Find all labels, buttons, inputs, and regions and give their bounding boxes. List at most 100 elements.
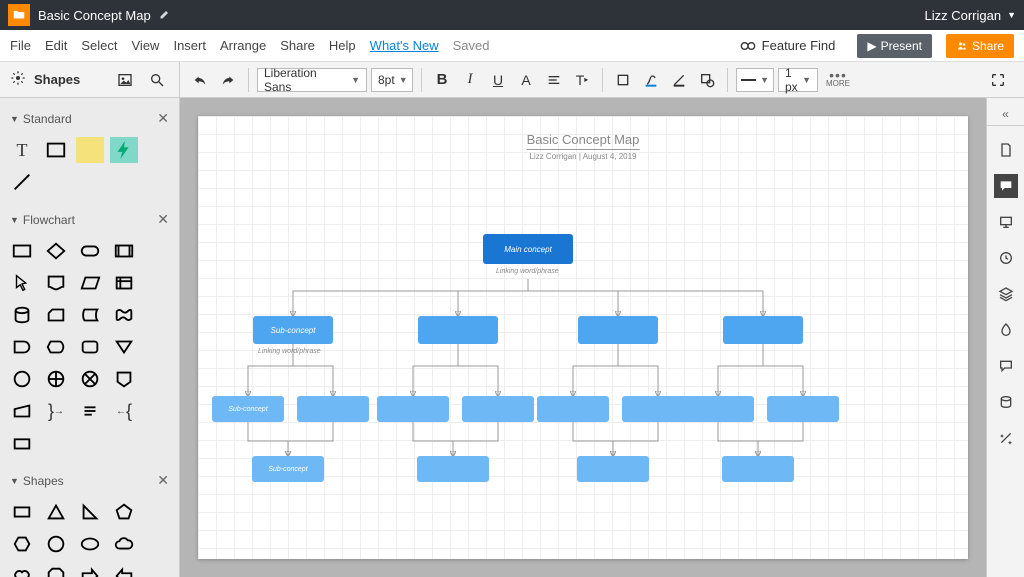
panel-magic-icon[interactable] bbox=[994, 426, 1018, 450]
node-bottom-2[interactable] bbox=[417, 456, 489, 482]
underline-button[interactable]: U bbox=[486, 68, 510, 92]
flowchart-note[interactable] bbox=[76, 398, 104, 424]
node-sub-4[interactable] bbox=[723, 316, 803, 344]
line-width-select[interactable]: 1 px ▼ bbox=[778, 68, 818, 92]
italic-button[interactable]: I bbox=[458, 68, 482, 92]
shape-arrow[interactable] bbox=[8, 169, 36, 195]
flowchart-delay[interactable] bbox=[8, 334, 36, 360]
basic-hexagon[interactable] bbox=[8, 531, 36, 557]
menu-view[interactable]: View bbox=[132, 38, 160, 53]
flowchart-tape[interactable] bbox=[110, 302, 138, 328]
flowchart-data[interactable] bbox=[76, 270, 104, 296]
basic-arrow-left[interactable] bbox=[110, 563, 138, 577]
menu-select[interactable]: Select bbox=[81, 38, 117, 53]
text-options-button[interactable]: T▸ bbox=[570, 68, 594, 92]
canvas-title-block[interactable]: Basic Concept Map Lizz Corrigan | August… bbox=[527, 132, 640, 161]
align-button[interactable] bbox=[542, 68, 566, 92]
node-bottom-1[interactable]: Sub-concept bbox=[252, 456, 324, 482]
basic-circle[interactable] bbox=[42, 531, 70, 557]
flowchart-database[interactable] bbox=[8, 302, 36, 328]
share-button[interactable]: Share bbox=[946, 34, 1014, 58]
node-leaf-2[interactable] bbox=[297, 396, 369, 422]
node-main-concept[interactable]: Main concept bbox=[483, 234, 573, 264]
flowchart-pointer[interactable] bbox=[8, 270, 36, 296]
flowchart-rounded[interactable] bbox=[76, 334, 104, 360]
flowchart-display[interactable] bbox=[42, 334, 70, 360]
panel-comment-icon[interactable] bbox=[994, 174, 1018, 198]
folder-icon[interactable] bbox=[8, 4, 30, 26]
shape-text[interactable]: T bbox=[8, 137, 36, 163]
flowchart-summing[interactable] bbox=[42, 366, 70, 392]
present-button[interactable]: ▶ Present bbox=[857, 34, 932, 58]
basic-triangle[interactable] bbox=[42, 499, 70, 525]
panel-history-icon[interactable] bbox=[994, 246, 1018, 270]
line-style-select[interactable]: ▼ bbox=[736, 68, 774, 92]
node-leaf-7[interactable] bbox=[682, 396, 754, 422]
node-sub-1[interactable]: Sub-concept bbox=[253, 316, 333, 344]
panel-presentation-icon[interactable] bbox=[994, 210, 1018, 234]
document-title[interactable]: Basic Concept Map bbox=[38, 8, 151, 23]
flowchart-brace-left[interactable]: ←{ bbox=[110, 398, 138, 424]
redo-button[interactable] bbox=[216, 68, 240, 92]
text-color-button[interactable]: A bbox=[514, 68, 538, 92]
fill-color-button[interactable] bbox=[611, 68, 635, 92]
flowchart-internal-storage[interactable] bbox=[110, 270, 138, 296]
node-bottom-4[interactable] bbox=[722, 456, 794, 482]
search-shapes-icon[interactable] bbox=[145, 68, 169, 92]
edit-title-icon[interactable] bbox=[159, 8, 171, 23]
node-leaf-1[interactable]: Sub-concept bbox=[212, 396, 284, 422]
flowchart-decision[interactable] bbox=[42, 238, 70, 264]
flowchart-connector[interactable] bbox=[8, 366, 36, 392]
menu-arrange[interactable]: Arrange bbox=[220, 38, 266, 53]
node-leaf-8[interactable] bbox=[767, 396, 839, 422]
canvas-area[interactable]: Basic Concept Map Lizz Corrigan | August… bbox=[180, 98, 986, 577]
menu-whats-new[interactable]: What's New bbox=[370, 38, 439, 53]
node-leaf-5[interactable] bbox=[537, 396, 609, 422]
font-size-select[interactable]: 8pt ▼ bbox=[371, 68, 413, 92]
basic-cloud[interactable] bbox=[110, 531, 138, 557]
user-menu[interactable]: Lizz Corrigan ▼ bbox=[924, 8, 1016, 23]
basic-right-triangle[interactable] bbox=[76, 499, 104, 525]
line-color-button[interactable] bbox=[667, 68, 691, 92]
group-header-flowchart[interactable]: ▼ Flowchart ✕ bbox=[0, 205, 179, 234]
panel-layers-icon[interactable] bbox=[994, 282, 1018, 306]
flowchart-card[interactable] bbox=[42, 302, 70, 328]
node-sub-2[interactable] bbox=[418, 316, 498, 344]
close-group-icon[interactable]: ✕ bbox=[157, 211, 169, 228]
menu-share[interactable]: Share bbox=[280, 38, 315, 53]
menu-help[interactable]: Help bbox=[329, 38, 356, 53]
flowchart-predefined[interactable] bbox=[110, 238, 138, 264]
flowchart-offpage[interactable] bbox=[110, 366, 138, 392]
bold-button[interactable]: B bbox=[430, 68, 454, 92]
border-color-button[interactable] bbox=[639, 68, 663, 92]
basic-pentagon[interactable] bbox=[110, 499, 138, 525]
flowchart-terminator[interactable] bbox=[76, 238, 104, 264]
node-sub-3[interactable] bbox=[578, 316, 658, 344]
panel-paint-icon[interactable] bbox=[994, 318, 1018, 342]
flowchart-or[interactable] bbox=[76, 366, 104, 392]
panel-data-icon[interactable] bbox=[994, 390, 1018, 414]
close-group-icon[interactable]: ✕ bbox=[157, 110, 169, 127]
flowchart-container[interactable] bbox=[8, 430, 36, 456]
menu-edit[interactable]: Edit bbox=[45, 38, 67, 53]
flowchart-brace-right[interactable]: }→ bbox=[42, 398, 70, 424]
feature-find-button[interactable]: Feature Find bbox=[740, 38, 836, 53]
shape-options-button[interactable] bbox=[695, 68, 719, 92]
menu-insert[interactable]: Insert bbox=[173, 38, 206, 53]
panel-chat-icon[interactable] bbox=[994, 354, 1018, 378]
flowchart-stored-data[interactable] bbox=[76, 302, 104, 328]
menu-file[interactable]: File bbox=[10, 38, 31, 53]
shape-flash[interactable] bbox=[110, 137, 138, 163]
node-leaf-4[interactable] bbox=[462, 396, 534, 422]
flowchart-document[interactable] bbox=[42, 270, 70, 296]
basic-octagon[interactable] bbox=[42, 563, 70, 577]
image-icon[interactable] bbox=[113, 68, 137, 92]
group-header-standard[interactable]: ▼ Standard ✕ bbox=[0, 104, 179, 133]
shape-sticky-note[interactable] bbox=[76, 137, 104, 163]
font-family-select[interactable]: Liberation Sans ▼ bbox=[257, 68, 367, 92]
collapse-right-panel[interactable]: « bbox=[987, 102, 1024, 126]
panel-document-icon[interactable] bbox=[994, 138, 1018, 162]
basic-rectangle[interactable] bbox=[8, 499, 36, 525]
flowchart-merge[interactable] bbox=[110, 334, 138, 360]
node-bottom-3[interactable] bbox=[577, 456, 649, 482]
